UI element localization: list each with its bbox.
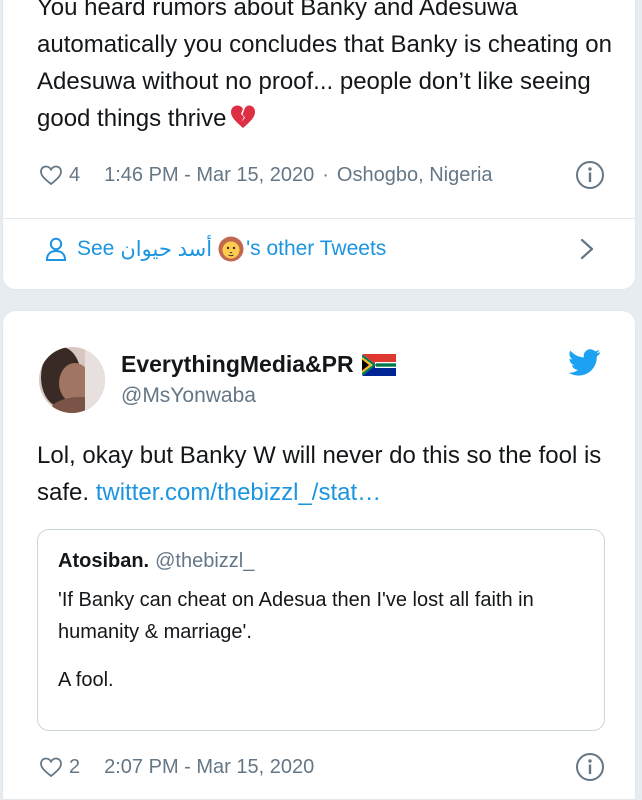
broken-heart-icon (231, 105, 256, 128)
quoted-author-handle: @thebizzl_ (155, 550, 255, 572)
see-suffix: 's other Tweets (246, 237, 387, 260)
user-handle[interactable]: @MsYonwaba (121, 384, 256, 408)
person-icon (45, 237, 67, 261)
author-name: أسد حيوان (120, 237, 213, 261)
display-name[interactable]: EverythingMedia&PR (121, 351, 396, 378)
quoted-line-2: A fool. (58, 669, 114, 691)
like-icon[interactable] (39, 163, 63, 187)
twitter-bird-icon[interactable] (569, 349, 601, 377)
tweet-2-text: Lol, okay but Banky W will never do this… (37, 437, 617, 511)
display-name-text: EverythingMedia&PR (121, 351, 354, 377)
divider (3, 218, 635, 219)
tweet-1-location[interactable]: Oshogbo, Nigeria (337, 164, 493, 187)
like-count: 4 (69, 163, 81, 186)
info-icon[interactable] (575, 160, 605, 190)
tweet-1-text: You heard rumors about Banky and Adesuwa… (37, 0, 617, 137)
tweet-card-1: You heard rumors about Banky and Adesuwa… (2, 0, 636, 290)
see-label: See (77, 237, 115, 260)
chevron-right-icon (580, 238, 594, 260)
tweet-2-meta: 2 2:07 PM - Mar 15, 2020 (3, 747, 635, 787)
tweet-1-timestamp[interactable]: 1:46 PM - Mar 15, 2020 (104, 164, 314, 187)
south-africa-flag-icon (361, 353, 396, 376)
quoted-line-1: 'If Banky can cheat on Adesua then I've … (58, 589, 534, 643)
meta-separator: · (322, 163, 329, 186)
see-other-tweets-link[interactable]: See أسد حيوان 's other Tweets (3, 229, 635, 269)
tweet-2-timestamp[interactable]: 2:07 PM - Mar 15, 2020 (104, 756, 314, 779)
info-icon[interactable] (575, 752, 605, 782)
tweet-1-body: You heard rumors about Banky and Adesuwa… (37, 0, 613, 132)
quoted-tweet-text: 'If Banky can cheat on Adesua then I've … (58, 584, 588, 712)
quoted-tweet[interactable]: Atosiban. @thebizzl_ 'If Banky can cheat … (37, 529, 605, 731)
quoted-tweet-header: Atosiban. @thebizzl_ (58, 550, 254, 573)
like-icon[interactable] (39, 755, 63, 779)
tweet-card-2: EverythingMedia&PR @MsYonwaba Lol, okay … (2, 310, 636, 800)
tweet-1-meta: 4 1:46 PM - Mar 15, 2020 · Oshogbo, Nige… (3, 155, 635, 195)
avatar[interactable] (39, 347, 105, 413)
tweet-2-link[interactable]: twitter.com/thebizzl_/stat… (96, 479, 381, 506)
lion-face-icon (218, 236, 244, 262)
quoted-author-name: Atosiban. (58, 550, 150, 572)
like-count: 2 (69, 755, 81, 778)
